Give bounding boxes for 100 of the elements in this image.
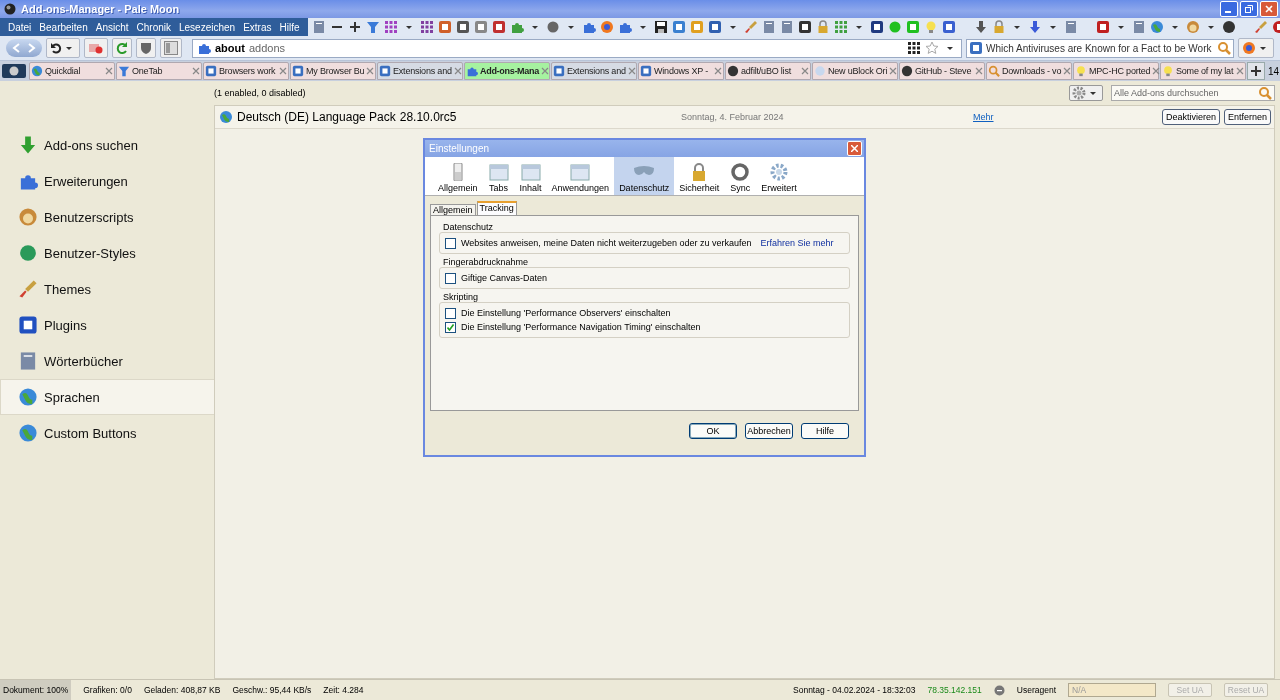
close-icon[interactable] [1236,67,1244,75]
restore-button[interactable] [1240,1,1258,17]
menu-item[interactable]: Chronik [132,21,175,33]
puzzle-icon[interactable] [581,20,596,34]
minimize-button[interactable] [1220,1,1238,17]
tile-icon[interactable] [797,20,812,34]
tab[interactable]: Browsers work [203,62,289,80]
close-icon[interactable] [801,67,809,75]
dialog-button[interactable]: Hilfe [801,423,849,439]
pane-tab[interactable]: Erweitert [756,157,802,195]
arrow-down-icon[interactable] [973,20,988,34]
sidebar-item[interactable]: Sprachen [0,379,214,415]
arrow-down-icon[interactable] [1027,20,1042,34]
address-bar[interactable]: about addons [192,38,962,58]
close-icon[interactable] [889,67,898,75]
puzzle-icon[interactable] [617,20,632,34]
tile-icon[interactable] [689,20,704,34]
sidebar-item[interactable]: Benutzerscripts [0,199,214,235]
dialog-button[interactable]: Abbrechen [745,423,793,439]
close-icon[interactable] [627,67,636,75]
more-link[interactable]: Mehr [845,112,1158,122]
addon-button[interactable]: Deaktivieren [1161,109,1220,125]
menu-item[interactable]: Lesezeichen [175,21,240,33]
tile-icon[interactable] [437,20,452,34]
sidebar-item[interactable]: Wörterbücher [0,343,214,379]
search-bar[interactable]: Which Antiviruses are Known for a Fact to be Work [966,38,1234,58]
tab[interactable]: GitHub - Steve [899,62,985,80]
brush-icon[interactable] [1253,20,1268,34]
tab[interactable]: OneTab [116,62,202,80]
tab[interactable]: Add-ons-Mana [464,62,550,80]
pane-tab[interactable]: Allgemein [433,157,483,195]
menu-button[interactable] [1238,38,1274,58]
sidebar-item[interactable]: Erweiterungen [0,163,214,199]
sidebar-item[interactable]: Add-ons suchen [0,127,214,163]
checkbox[interactable] [445,307,456,319]
menu-item[interactable]: Bearbeiten [35,21,92,33]
close-icon[interactable] [540,67,549,75]
tile-icon[interactable] [671,20,686,34]
close-icon[interactable] [105,67,113,75]
close-icon[interactable] [366,67,375,75]
magnifier-icon[interactable] [1217,41,1231,55]
sidebar-button[interactable] [160,38,182,58]
close-icon[interactable] [975,67,983,75]
menu-item[interactable]: Datei [4,21,36,33]
close-icon[interactable] [279,67,287,75]
close-icon[interactable] [1152,67,1161,75]
reload-button[interactable] [112,38,132,58]
tile-icon[interactable] [941,20,956,34]
checkbox[interactable] [445,237,456,249]
tile-icon[interactable] [491,20,506,34]
tile-icon[interactable] [473,20,488,34]
checkbox[interactable] [445,321,456,333]
close-icon[interactable] [453,67,462,75]
tab[interactable]: Downloads - vo [986,62,1072,80]
tile-icon[interactable] [1095,20,1110,34]
close-button[interactable] [847,141,862,156]
tab[interactable]: New uBlock Ori [812,62,898,80]
tab[interactable]: Tracking [476,201,517,215]
tile-icon[interactable] [869,20,884,34]
tab[interactable]: Some of my lat [1160,62,1246,80]
sidebar-item[interactable]: Benutzer-Styles [0,235,214,271]
stop-button[interactable] [84,38,108,58]
checkbox[interactable] [445,272,456,284]
dialog-button[interactable]: OK [689,423,737,439]
menu-item[interactable]: Hilfe [275,21,304,33]
close-icon[interactable] [1063,67,1072,75]
pane-tab[interactable]: Inhalt [514,157,547,195]
book-icon[interactable] [761,20,776,34]
sidebar-item[interactable]: Themes [0,271,214,307]
pane-tab[interactable]: Tabs [482,157,515,195]
circle-icon[interactable] [545,20,560,34]
tab[interactable]: Quickdial [29,62,115,80]
close-icon[interactable] [192,67,200,75]
tab-menu-button[interactable] [2,64,26,78]
close-button[interactable] [1260,1,1278,17]
menu-item[interactable]: Ansicht [91,21,133,33]
tile-icon[interactable] [707,20,722,34]
undo-button[interactable] [46,38,80,58]
grid-icon[interactable] [907,41,921,55]
tile-icon[interactable] [905,20,920,34]
plus-icon[interactable] [347,20,362,34]
star-icon[interactable] [925,41,939,55]
new-tab-button[interactable] [1247,62,1265,80]
close-icon[interactable] [714,67,722,75]
tab[interactable]: Extensions and [551,62,637,80]
pane-tab[interactable]: Sicherheit [674,157,725,195]
sidebar-item[interactable]: Plugins [0,307,214,343]
pane-tab[interactable]: Anwendungen [546,157,615,195]
pane-tab[interactable]: Sync [724,157,757,195]
circle-icon[interactable] [1221,20,1236,34]
learn-more-link[interactable]: Erfahren Sie mehr [760,238,834,248]
addon-button[interactable]: Entfernen [1223,109,1271,125]
tile-icon[interactable] [455,20,470,34]
tools-button[interactable] [1069,85,1103,101]
tab[interactable]: Extensions and [377,62,463,80]
pane-tab[interactable]: Datenschutz [614,157,675,195]
menu-item[interactable]: Extras [239,21,276,33]
shield-button[interactable] [136,38,156,58]
addon-search-field[interactable]: Alle Add-ons durchsuchen [1111,85,1275,101]
tab[interactable]: My Browser Bu [290,62,376,80]
